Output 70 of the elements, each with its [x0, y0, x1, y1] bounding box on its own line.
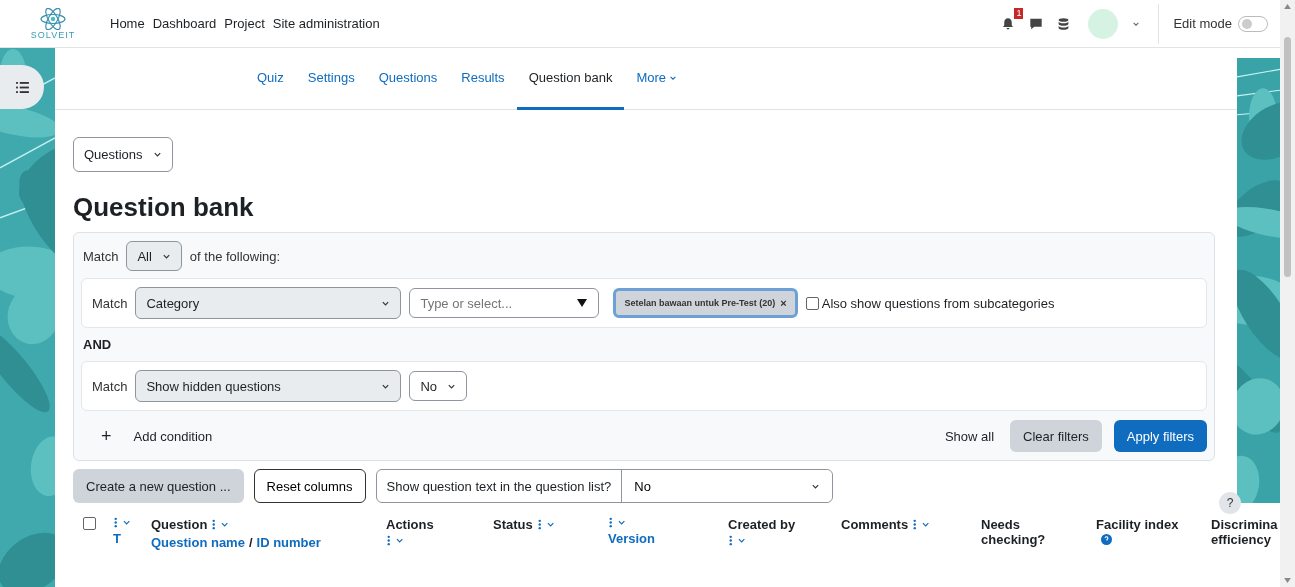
create-question-button[interactable]: Create a new question ...: [73, 469, 244, 503]
column-title: Created by: [728, 517, 796, 532]
sort-link[interactable]: T: [113, 531, 121, 546]
brand-name: SOLVEIT: [30, 29, 76, 40]
checkbox[interactable]: [805, 296, 819, 310]
column-menu-button[interactable]: [113, 517, 133, 528]
edit-mode-label: Edit mode: [1173, 16, 1232, 31]
match-select[interactable]: All: [126, 241, 182, 271]
nav-link[interactable]: Project: [224, 16, 265, 31]
joiner-label: AND: [82, 336, 113, 354]
column-title: Status: [493, 517, 533, 532]
drawer-toggle-button[interactable]: [0, 65, 44, 109]
column-title: Actions: [386, 517, 434, 532]
sort-link[interactable]: ID number: [256, 535, 321, 550]
add-condition-link[interactable]: Add condition: [133, 428, 213, 444]
match-suffix: of the following:: [189, 248, 281, 264]
scrollbar[interactable]: [1280, 0, 1295, 587]
reset-columns-button[interactable]: Reset columns: [253, 469, 366, 503]
column-menu-button[interactable]: [536, 519, 557, 530]
help-icon[interactable]: [1101, 534, 1112, 545]
column-menu-button[interactable]: [386, 535, 406, 546]
apply-filters-button[interactable]: Apply filters: [1113, 420, 1207, 452]
chevron-down-icon: [152, 150, 162, 159]
match-label: Match: [83, 248, 119, 264]
column-title: Question: [151, 517, 208, 532]
checkbox-label: Also show questions from subcategories: [821, 295, 1055, 311]
column-menu-button[interactable]: [728, 535, 748, 546]
condition-field-select[interactable]: Show hidden questions: [135, 370, 402, 402]
bell-icon[interactable]: [1001, 16, 1016, 31]
match-label: Match: [92, 378, 128, 394]
nav-link[interactable]: Dashboard: [152, 16, 217, 31]
remove-chip-button[interactable]: ×: [780, 297, 787, 309]
nav-link[interactable]: Home: [110, 16, 145, 31]
category-search-field[interactable]: Type or select...: [409, 288, 600, 318]
tab[interactable]: Questions: [366, 48, 450, 110]
tab[interactable]: Settings: [295, 48, 367, 110]
sort-link[interactable]: Question name: [151, 535, 245, 550]
select-all-checkbox[interactable]: [83, 517, 96, 530]
tab[interactable]: Question bank: [516, 48, 625, 110]
tab[interactable]: Results: [449, 48, 517, 110]
database-icon[interactable]: [1057, 16, 1071, 31]
edit-mode-toggle[interactable]: [1238, 15, 1268, 32]
triangle-down-icon[interactable]: [577, 299, 588, 307]
chip-label: Setelan bawaan untuk Pre-Test (20): [624, 298, 776, 308]
column-title: Facility index: [1096, 517, 1186, 547]
list-icon: [15, 81, 29, 93]
tab[interactable]: More: [624, 48, 690, 110]
clear-filters-button[interactable]: Clear filters: [1010, 420, 1102, 452]
column-title: Discrimina efficiency: [1211, 517, 1279, 547]
column-menu-button[interactable]: [608, 517, 628, 528]
scroll-down-icon[interactable]: [1284, 578, 1291, 583]
show-all-link[interactable]: Show all: [944, 428, 995, 444]
scrollbar-thumb[interactable]: [1284, 37, 1291, 277]
value-select[interactable]: No: [409, 371, 468, 401]
nav-link[interactable]: Site administration: [272, 16, 380, 31]
separator-text: /: [248, 535, 253, 550]
atom-logo-icon[interactable]: [38, 7, 68, 30]
match-label: Match: [92, 295, 128, 311]
tab[interactable]: Quiz: [245, 48, 296, 110]
condition-field-select[interactable]: Category: [135, 287, 402, 319]
sort-link[interactable]: Version: [608, 531, 655, 546]
chat-icon[interactable]: [1029, 16, 1044, 31]
selected-category-chip[interactable]: Setelan bawaan untuk Pre-Test (20) ×: [613, 288, 798, 318]
page-select[interactable]: Questions: [73, 137, 173, 172]
notification-count: 1: [1014, 7, 1024, 19]
plus-icon[interactable]: +: [101, 425, 112, 447]
page-title: Question bank: [73, 192, 255, 223]
scroll-up-icon[interactable]: [1284, 4, 1291, 9]
column-title: Comments: [841, 517, 909, 532]
column-title: Needs checking?: [981, 517, 1047, 547]
